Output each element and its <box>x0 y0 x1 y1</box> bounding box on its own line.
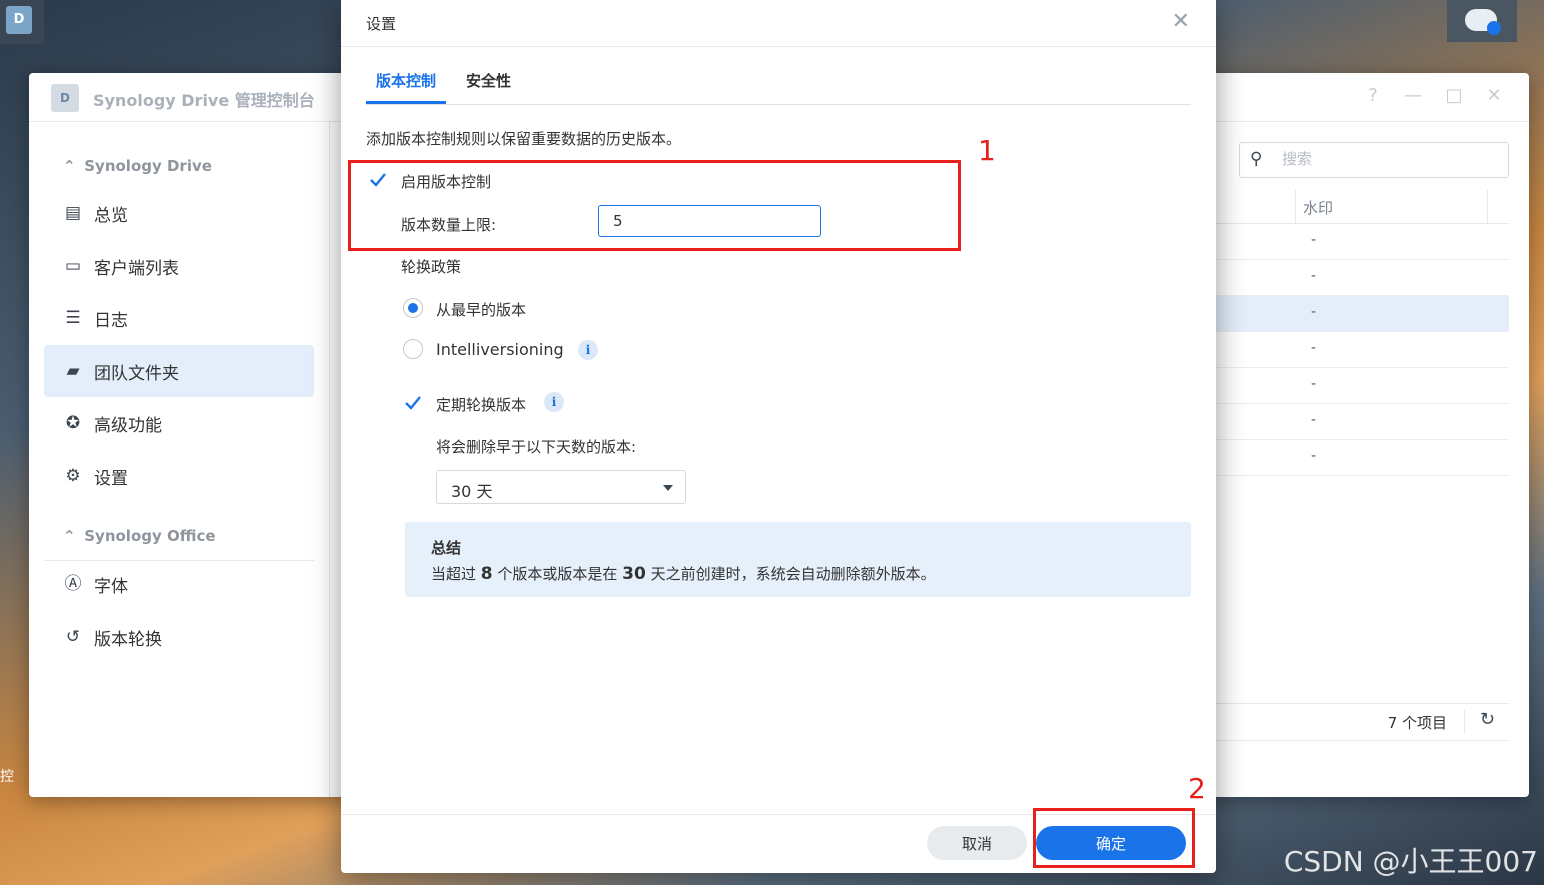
annotation-box-2 <box>1033 808 1195 868</box>
annotation-number-2: 2 <box>1188 772 1206 805</box>
table-header: 水印 <box>1215 190 1509 224</box>
chevron-up-icon: ⌃ <box>63 527 76 545</box>
intelliversioning-label: Intelliversioning <box>436 340 564 359</box>
sidebar-item-font[interactable]: Ⓐ 字体 <box>44 558 314 610</box>
checkmark-icon <box>405 396 421 410</box>
caret-down-icon <box>663 485 673 491</box>
tab-security[interactable]: 安全性 <box>466 70 511 91</box>
item-count: 7 个项目 <box>1387 714 1447 732</box>
days-select[interactable]: 30 天 <box>436 470 686 504</box>
sidebar-item-team-folder[interactable]: ▰ 团队文件夹 <box>44 345 314 397</box>
radio-oldest-version[interactable] <box>403 298 423 318</box>
search-field[interactable]: ⚲ <box>1239 142 1509 178</box>
sidebar-item-client-list[interactable]: ▭ 客户端列表 <box>44 240 314 292</box>
summary-day-count: 30 <box>622 564 646 584</box>
summary-version-count: 8 <box>480 564 493 584</box>
gear-icon: ⚙ <box>65 466 81 486</box>
table-row[interactable]: - <box>1215 404 1509 440</box>
sidebar-item-log[interactable]: ☰ 日志 <box>44 292 314 344</box>
active-tab-indicator <box>366 101 446 104</box>
maximize-icon[interactable]: □ <box>1443 85 1465 107</box>
dialog-header: 设置 ✕ <box>341 0 1216 47</box>
periodic-rotation-checkbox[interactable] <box>403 393 423 413</box>
table-row[interactable]: - <box>1215 368 1509 404</box>
table-row[interactable]: - <box>1215 260 1509 296</box>
sidebar: ⌃ Synology Drive ▤ 总览 ▭ 客户端列表 ☰ 日志 ▰ 团队文… <box>29 121 330 797</box>
oldest-version-label: 从最早的版本 <box>436 301 527 319</box>
overview-icon: ▤ <box>64 203 82 223</box>
dialog-description: 添加版本控制规则以保留重要数据的历史版本。 <box>366 130 682 148</box>
tab-version-control[interactable]: 版本控制 <box>376 70 436 91</box>
help-icon[interactable]: ? <box>1362 85 1384 107</box>
table-row-selected[interactable]: - <box>1215 296 1509 332</box>
client-list-icon: ▭ <box>64 256 82 276</box>
synology-drive-app-icon[interactable]: D <box>6 6 32 34</box>
sidebar-item-advanced[interactable]: ✪ 高级功能 <box>44 397 314 449</box>
sidebar-group-synology-office[interactable]: ⌃ Synology Office <box>63 527 216 549</box>
history-icon: ↺ <box>65 627 81 647</box>
advanced-icon: ✪ <box>65 413 81 433</box>
delete-older-label: 将会删除早于以下天数的版本: <box>436 438 637 456</box>
dialog-tabs: 版本控制 安全性 <box>366 58 1191 105</box>
rotation-policy-label: 轮换政策 <box>401 258 462 276</box>
sidebar-item-version-rotation[interactable]: ↺ 版本轮换 <box>44 611 314 663</box>
radio-intelliversioning[interactable] <box>403 339 423 359</box>
close-icon[interactable]: ✕ <box>1483 85 1505 107</box>
sidebar-group-synology-drive[interactable]: ⌃ Synology Drive <box>63 157 212 179</box>
sidebar-item-overview[interactable]: ▤ 总览 <box>44 187 314 239</box>
desktop-app-shortcut[interactable]: D <box>0 0 44 44</box>
search-icon: ⚲ <box>1250 149 1263 169</box>
desktop-label: 控 <box>0 769 14 785</box>
team-folder-icon: ▰ <box>66 361 80 381</box>
font-icon: Ⓐ <box>64 574 82 594</box>
info-icon[interactable]: i <box>578 340 598 360</box>
table-row[interactable]: - <box>1215 224 1509 260</box>
table-footer: 7 个项目 ↻ <box>1215 703 1509 741</box>
annotation-number-1: 1 <box>978 134 996 167</box>
window-title: Synology Drive 管理控制台 <box>93 91 315 110</box>
cloud-sync-tray[interactable] <box>1447 0 1517 42</box>
search-input[interactable] <box>1280 149 1494 169</box>
info-icon[interactable]: i <box>544 392 564 412</box>
settings-dialog: 设置 ✕ 版本控制 安全性 添加版本控制规则以保留重要数据的历史版本。 启用版本… <box>341 0 1216 873</box>
csdn-watermark: CSDN @小王王007 <box>1283 845 1538 878</box>
annotation-box-1 <box>348 160 961 251</box>
days-select-value: 30 天 <box>451 482 493 501</box>
table-row[interactable]: - <box>1215 332 1509 368</box>
cloud-sync-icon[interactable] <box>1465 9 1501 35</box>
periodic-rotation-label: 定期轮换版本 <box>436 396 527 414</box>
sidebar-item-settings[interactable]: ⚙ 设置 <box>44 450 314 502</box>
log-icon: ☰ <box>65 308 81 328</box>
summary-box: 总结 当超过 8 个版本或版本是在 30 天之前创建时，系统会自动删除额外版本。 <box>405 522 1191 597</box>
synology-drive-logo-icon: D <box>51 84 79 112</box>
minimize-icon[interactable]: — <box>1402 85 1424 107</box>
column-header-watermark[interactable]: 水印 <box>1303 197 1333 218</box>
cancel-button[interactable]: 取消 <box>927 826 1027 860</box>
refresh-icon[interactable]: ↻ <box>1480 709 1495 730</box>
summary-heading: 总结 <box>431 539 462 557</box>
close-icon[interactable]: ✕ <box>1172 9 1190 34</box>
sync-status-dot <box>1487 21 1501 35</box>
summary-text: 当超过 8 个版本或版本是在 30 天之前创建时，系统会自动删除额外版本。 <box>431 564 936 584</box>
table-row[interactable]: - <box>1215 440 1509 476</box>
chevron-up-icon: ⌃ <box>63 157 76 175</box>
dialog-title: 设置 <box>366 15 397 33</box>
